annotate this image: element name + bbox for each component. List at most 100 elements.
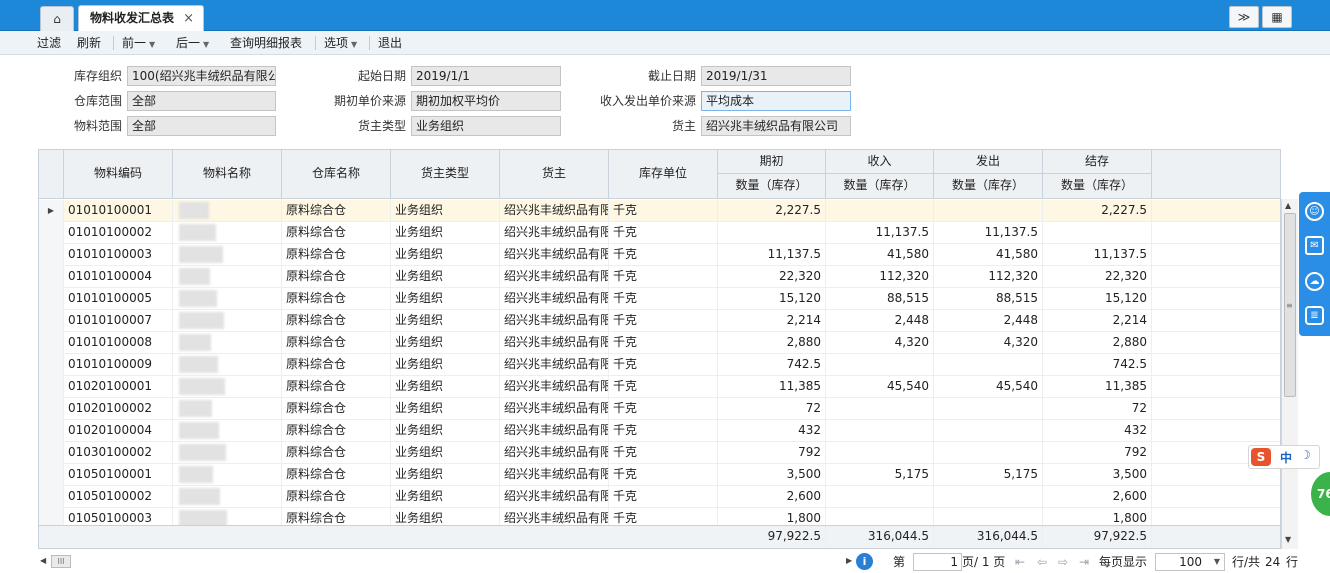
cell-outgo	[934, 354, 1043, 376]
vertical-scrollbar[interactable]: ▲ ≡ ▼	[1281, 199, 1298, 549]
material-name-cell	[173, 332, 282, 354]
scroll-up-icon[interactable]: ▲	[1285, 201, 1291, 210]
scroll-down-icon[interactable]: ▼	[1285, 535, 1291, 544]
cell-warehouse: 原料综合仓	[282, 332, 391, 354]
column-header-outgo-qty[interactable]: 数量（库存）	[934, 174, 1043, 199]
cell-opening: 15,120	[718, 288, 826, 310]
row-indicator[interactable]	[39, 486, 64, 508]
options-button[interactable]: 选项 ▼	[324, 35, 357, 53]
row-indicator[interactable]	[39, 376, 64, 398]
row-indicator[interactable]	[39, 398, 64, 420]
cell-warehouse: 原料综合仓	[282, 222, 391, 244]
end-date-field[interactable]: 2019/1/31	[701, 66, 851, 86]
cell-closing: 11,385	[1043, 376, 1152, 398]
cell-owner-type: 业务组织	[391, 244, 500, 266]
table-row[interactable]: 01020100004 原料综合仓 业务组织 绍兴兆丰绒织品有限 千克 432 432	[39, 420, 1280, 442]
row-indicator[interactable]: ▶	[39, 200, 64, 222]
collapse-icon[interactable]: ≫	[1229, 6, 1259, 28]
table-row[interactable]: 01010100005 原料综合仓 业务组织 绍兴兆丰绒织品有限 千克 15,120 88,…	[39, 288, 1280, 310]
refresh-button[interactable]: 刷新	[77, 35, 101, 51]
first-page-icon[interactable]: ⇤	[1015, 553, 1025, 571]
per-page-select[interactable]: 100 ▼	[1155, 553, 1225, 571]
column-header-opening-qty[interactable]: 数量（库存）	[718, 174, 826, 199]
cell-opening: 11,137.5	[718, 244, 826, 266]
column-header-income-qty[interactable]: 数量（库存）	[826, 174, 934, 199]
cell-income	[826, 398, 934, 420]
cell-unit: 千克	[609, 288, 718, 310]
row-indicator[interactable]	[39, 266, 64, 288]
filter-button[interactable]: 过滤	[37, 35, 61, 51]
stock-org-field[interactable]: 100(绍兴兆丰绒织品有限公	[127, 66, 276, 86]
table-row[interactable]: 01010100008 原料综合仓 业务组织 绍兴兆丰绒织品有限 千克 2,880 4,32…	[39, 332, 1280, 354]
cell-unit: 千克	[609, 464, 718, 486]
row-indicator[interactable]	[39, 222, 64, 244]
column-header-name[interactable]: 物料名称	[173, 150, 282, 199]
row-indicator[interactable]	[39, 310, 64, 332]
cell-warehouse: 原料综合仓	[282, 442, 391, 464]
prev-button[interactable]: 前一 ▼	[122, 35, 155, 53]
prev-page-icon[interactable]: ⇦	[1037, 553, 1047, 571]
table-row[interactable]: 01010100004 原料综合仓 业务组织 绍兴兆丰绒织品有限 千克 22,320 112…	[39, 266, 1280, 288]
table-row[interactable]: 01030100002 原料综合仓 业务组织 绍兴兆丰绒织品有限 千克 792 792	[39, 442, 1280, 464]
column-header-warehouse[interactable]: 仓库名称	[282, 150, 391, 199]
row-indicator[interactable]	[39, 442, 64, 464]
column-header-unit[interactable]: 库存单位	[609, 150, 718, 199]
close-icon[interactable]: ×	[183, 6, 194, 31]
next-page-icon[interactable]: ⇨	[1058, 553, 1068, 571]
horizontal-scrollbar[interactable]: ◀ III ▶ i	[38, 553, 873, 571]
detail-report-button[interactable]: 查询明细报表	[230, 35, 302, 51]
database-icon[interactable]: ≣	[1305, 306, 1324, 325]
home-tab[interactable]: ⌂	[40, 6, 74, 31]
row-indicator[interactable]	[39, 354, 64, 376]
cell-opening: 11,385	[718, 376, 826, 398]
warehouse-range-field[interactable]: 全部	[127, 91, 276, 111]
cell-opening: 792	[718, 442, 826, 464]
ime-toolbar[interactable]: S 中 ☽	[1248, 445, 1320, 469]
owner-type-field[interactable]: 业务组织	[411, 116, 561, 136]
table-row[interactable]: 01050100002 原料综合仓 业务组织 绍兴兆丰绒织品有限 千克 2,600 2,60…	[39, 486, 1280, 508]
row-indicator[interactable]	[39, 244, 64, 266]
column-header-closing-qty[interactable]: 数量（库存）	[1043, 174, 1152, 199]
grid-menu-icon[interactable]: ▦	[1262, 6, 1292, 28]
table-row[interactable]: ▶ 01010100001 原料综合仓 业务组织 绍兴兆丰绒织品有限 千克 2,227.5 2…	[39, 200, 1280, 222]
init-price-source-field[interactable]: 期初加权平均价	[411, 91, 561, 111]
hscroll-thumb[interactable]: III	[51, 555, 71, 568]
row-indicator[interactable]	[39, 332, 64, 354]
column-header-owner[interactable]: 货主	[500, 150, 609, 199]
row-indicator[interactable]	[39, 420, 64, 442]
cell-code: 01010100001	[64, 200, 173, 222]
table-row[interactable]: 01020100002 原料综合仓 业务组织 绍兴兆丰绒织品有限 千克 72 72	[39, 398, 1280, 420]
scroll-left-icon[interactable]: ◀	[40, 556, 46, 565]
start-date-field[interactable]: 2019/1/1	[411, 66, 561, 86]
table-row[interactable]: 01010100003 原料综合仓 业务组织 绍兴兆丰绒织品有限 千克 11,137.5 4…	[39, 244, 1280, 266]
speed-badge[interactable]: 76	[1311, 472, 1330, 516]
scroll-right-icon[interactable]: ▶	[846, 556, 852, 565]
table-row[interactable]: 01050100001 原料综合仓 业务组织 绍兴兆丰绒织品有限 千克 3,500 5,17…	[39, 464, 1280, 486]
column-header-owner-type[interactable]: 货主类型	[391, 150, 500, 199]
moon-icon[interactable]: ☽	[1300, 448, 1311, 462]
table-row[interactable]: 01020100001 原料综合仓 业务组织 绍兴兆丰绒织品有限 千克 11,385 45,…	[39, 376, 1280, 398]
ime-mode[interactable]: 中	[1280, 449, 1292, 466]
info-icon[interactable]: i	[856, 553, 873, 570]
owner-field[interactable]: 绍兴兆丰绒织品有限公司	[701, 116, 851, 136]
next-button[interactable]: 后一 ▼	[176, 35, 209, 53]
material-range-field[interactable]: 全部	[127, 116, 276, 136]
cloud-icon[interactable]: ☁	[1305, 272, 1324, 291]
cell-owner-type: 业务组织	[391, 398, 500, 420]
chat-icon[interactable]: ✉	[1305, 236, 1324, 255]
page-number-input[interactable]: 1	[913, 553, 962, 571]
table-row[interactable]: 01010100002 原料综合仓 业务组织 绍兴兆丰绒织品有限 千克 11,137.5 1…	[39, 222, 1280, 244]
robot-icon[interactable]: ☺	[1305, 202, 1324, 221]
last-page-icon[interactable]: ⇥	[1079, 553, 1089, 571]
cell-closing: 2,214	[1043, 310, 1152, 332]
table-row[interactable]: 01010100009 原料综合仓 业务组织 绍兴兆丰绒织品有限 千克 742.5 742.…	[39, 354, 1280, 376]
tab-material-summary[interactable]: 物料收发汇总表 ×	[78, 5, 204, 31]
table-row[interactable]: 01010100007 原料综合仓 业务组织 绍兴兆丰绒织品有限 千克 2,214 2,44…	[39, 310, 1280, 332]
io-price-source-field[interactable]: 平均成本	[701, 91, 851, 111]
row-indicator[interactable]	[39, 464, 64, 486]
column-header-code[interactable]: 物料编码	[64, 150, 173, 199]
row-indicator[interactable]	[39, 288, 64, 310]
cell-owner-type: 业务组织	[391, 266, 500, 288]
exit-button[interactable]: 退出	[378, 35, 402, 51]
cell-income	[826, 200, 934, 222]
